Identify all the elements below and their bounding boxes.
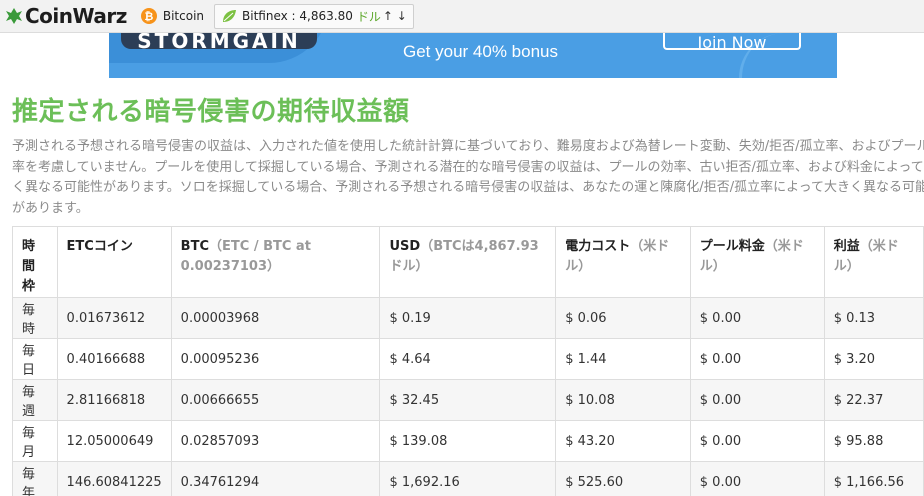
exchange-label: Bitfinex : 4,863.80: [242, 9, 353, 23]
earnings-table: 時間枠 ETCコイン BTC（ETC / BTC at 0.00237103） …: [12, 226, 924, 496]
cell-etc: 0.40166688: [56, 338, 172, 380]
cell-usd: $ 32.45: [379, 379, 557, 421]
cell-power-cost: $ 43.20: [555, 420, 691, 462]
cell-btc: 0.00003968: [170, 297, 381, 339]
ticker-label: Bitcoin: [162, 9, 205, 23]
cell-usd: $ 0.19: [379, 297, 557, 339]
cell-pool-fee: $ 0.00: [689, 379, 825, 421]
column-header-timeframe: 時間枠: [12, 226, 58, 298]
cell-timeframe: 毎週: [12, 379, 58, 421]
cell-timeframe: 毎月: [12, 420, 58, 462]
cell-btc: 0.00095236: [170, 338, 381, 380]
cell-etc: 0.01673612: [56, 297, 172, 339]
column-header-power-cost: 電力コスト（米ドル）: [555, 226, 691, 298]
page-title: 推定される暗号侵害の期待収益額: [12, 97, 410, 127]
ad-banner[interactable]: STORMGAIN Get your 40% bonus Join Now: [109, 33, 837, 78]
join-now-button[interactable]: Join Now: [663, 33, 801, 50]
table-row: 毎月 12.05000649 0.02857093 $ 139.08 $ 43.…: [12, 420, 924, 462]
column-header-profit: 利益（米ドル）: [823, 226, 924, 298]
banner-brand: STORMGAIN: [121, 33, 317, 49]
cell-btc: 0.34761294: [170, 461, 381, 496]
column-header-btc: BTC（ETC / BTC at 0.00237103）: [170, 226, 381, 298]
cell-etc: 12.05000649: [56, 420, 172, 462]
column-header-etc: ETCコイン: [56, 226, 172, 298]
bitcoin-icon: ₿: [140, 8, 157, 24]
cell-power-cost: $ 1.44: [555, 338, 691, 380]
price-arrows: ↑ ↓: [382, 9, 407, 23]
site-logo[interactable]: CoinWarz: [4, 0, 127, 33]
column-header-usd: USD（BTCは4,867.93ドル）: [379, 226, 557, 298]
table-row: 毎時 0.01673612 0.00003968 $ 0.19 $ 0.06 $…: [12, 297, 924, 339]
table-row: 毎日 0.40166688 0.00095236 $ 4.64 $ 1.44 $…: [12, 338, 924, 380]
logo-text: CoinWarz: [25, 4, 127, 28]
cell-btc: 0.02857093: [170, 420, 381, 462]
cell-usd: $ 139.08: [379, 420, 557, 462]
exchange-rate-box[interactable]: Bitfinex : 4,863.80 ドル ↑ ↓: [214, 3, 414, 29]
top-bar: CoinWarz ₿ Bitcoin Bitfinex : 4,863.80 ド…: [0, 0, 924, 33]
cell-profit: $ 22.37: [823, 379, 924, 421]
cell-power-cost: $ 525.60: [555, 461, 691, 496]
cell-pool-fee: $ 0.00: [689, 297, 825, 339]
exchange-unit: ドル: [356, 9, 381, 24]
cell-timeframe: 毎年: [12, 461, 58, 496]
banner-bonus-text: Get your 40% bonus: [403, 42, 558, 61]
table-header-row: 時間枠 ETCコイン BTC（ETC / BTC at 0.00237103） …: [12, 226, 924, 298]
bitfinex-leaf-icon: [223, 10, 237, 22]
cell-power-cost: $ 0.06: [555, 297, 691, 339]
table-row: 毎週 2.81166818 0.00666655 $ 32.45 $ 10.08…: [12, 379, 924, 421]
cell-profit: $ 95.88: [823, 420, 924, 462]
cell-etc: 2.81166818: [56, 379, 172, 421]
cell-pool-fee: $ 0.00: [689, 461, 825, 496]
cell-timeframe: 毎時: [12, 297, 58, 339]
coinwarz-logo-icon: [6, 8, 22, 24]
cell-profit: $ 0.13: [823, 297, 924, 339]
cell-timeframe: 毎日: [12, 338, 58, 380]
cell-pool-fee: $ 0.00: [689, 420, 825, 462]
column-header-pool-fee: プール料金（米ドル）: [689, 226, 825, 298]
table-row: 毎年 146.60841225 0.34761294 $ 1,692.16 $ …: [12, 461, 924, 496]
cell-power-cost: $ 10.08: [555, 379, 691, 421]
bitcoin-ticker[interactable]: ₿ Bitcoin: [140, 0, 205, 33]
cell-btc: 0.00666655: [170, 379, 381, 421]
description-text: 予測される予想される暗号侵害の収益は、入力された値を使用した統計計算に基づいてお…: [12, 139, 924, 216]
cell-profit: $ 1,166.56: [823, 461, 924, 496]
cell-usd: $ 1,692.16: [379, 461, 557, 496]
cell-profit: $ 3.20: [823, 338, 924, 380]
cell-etc: 146.60841225: [56, 461, 172, 496]
cell-pool-fee: $ 0.00: [689, 338, 825, 380]
cell-usd: $ 4.64: [379, 338, 557, 380]
